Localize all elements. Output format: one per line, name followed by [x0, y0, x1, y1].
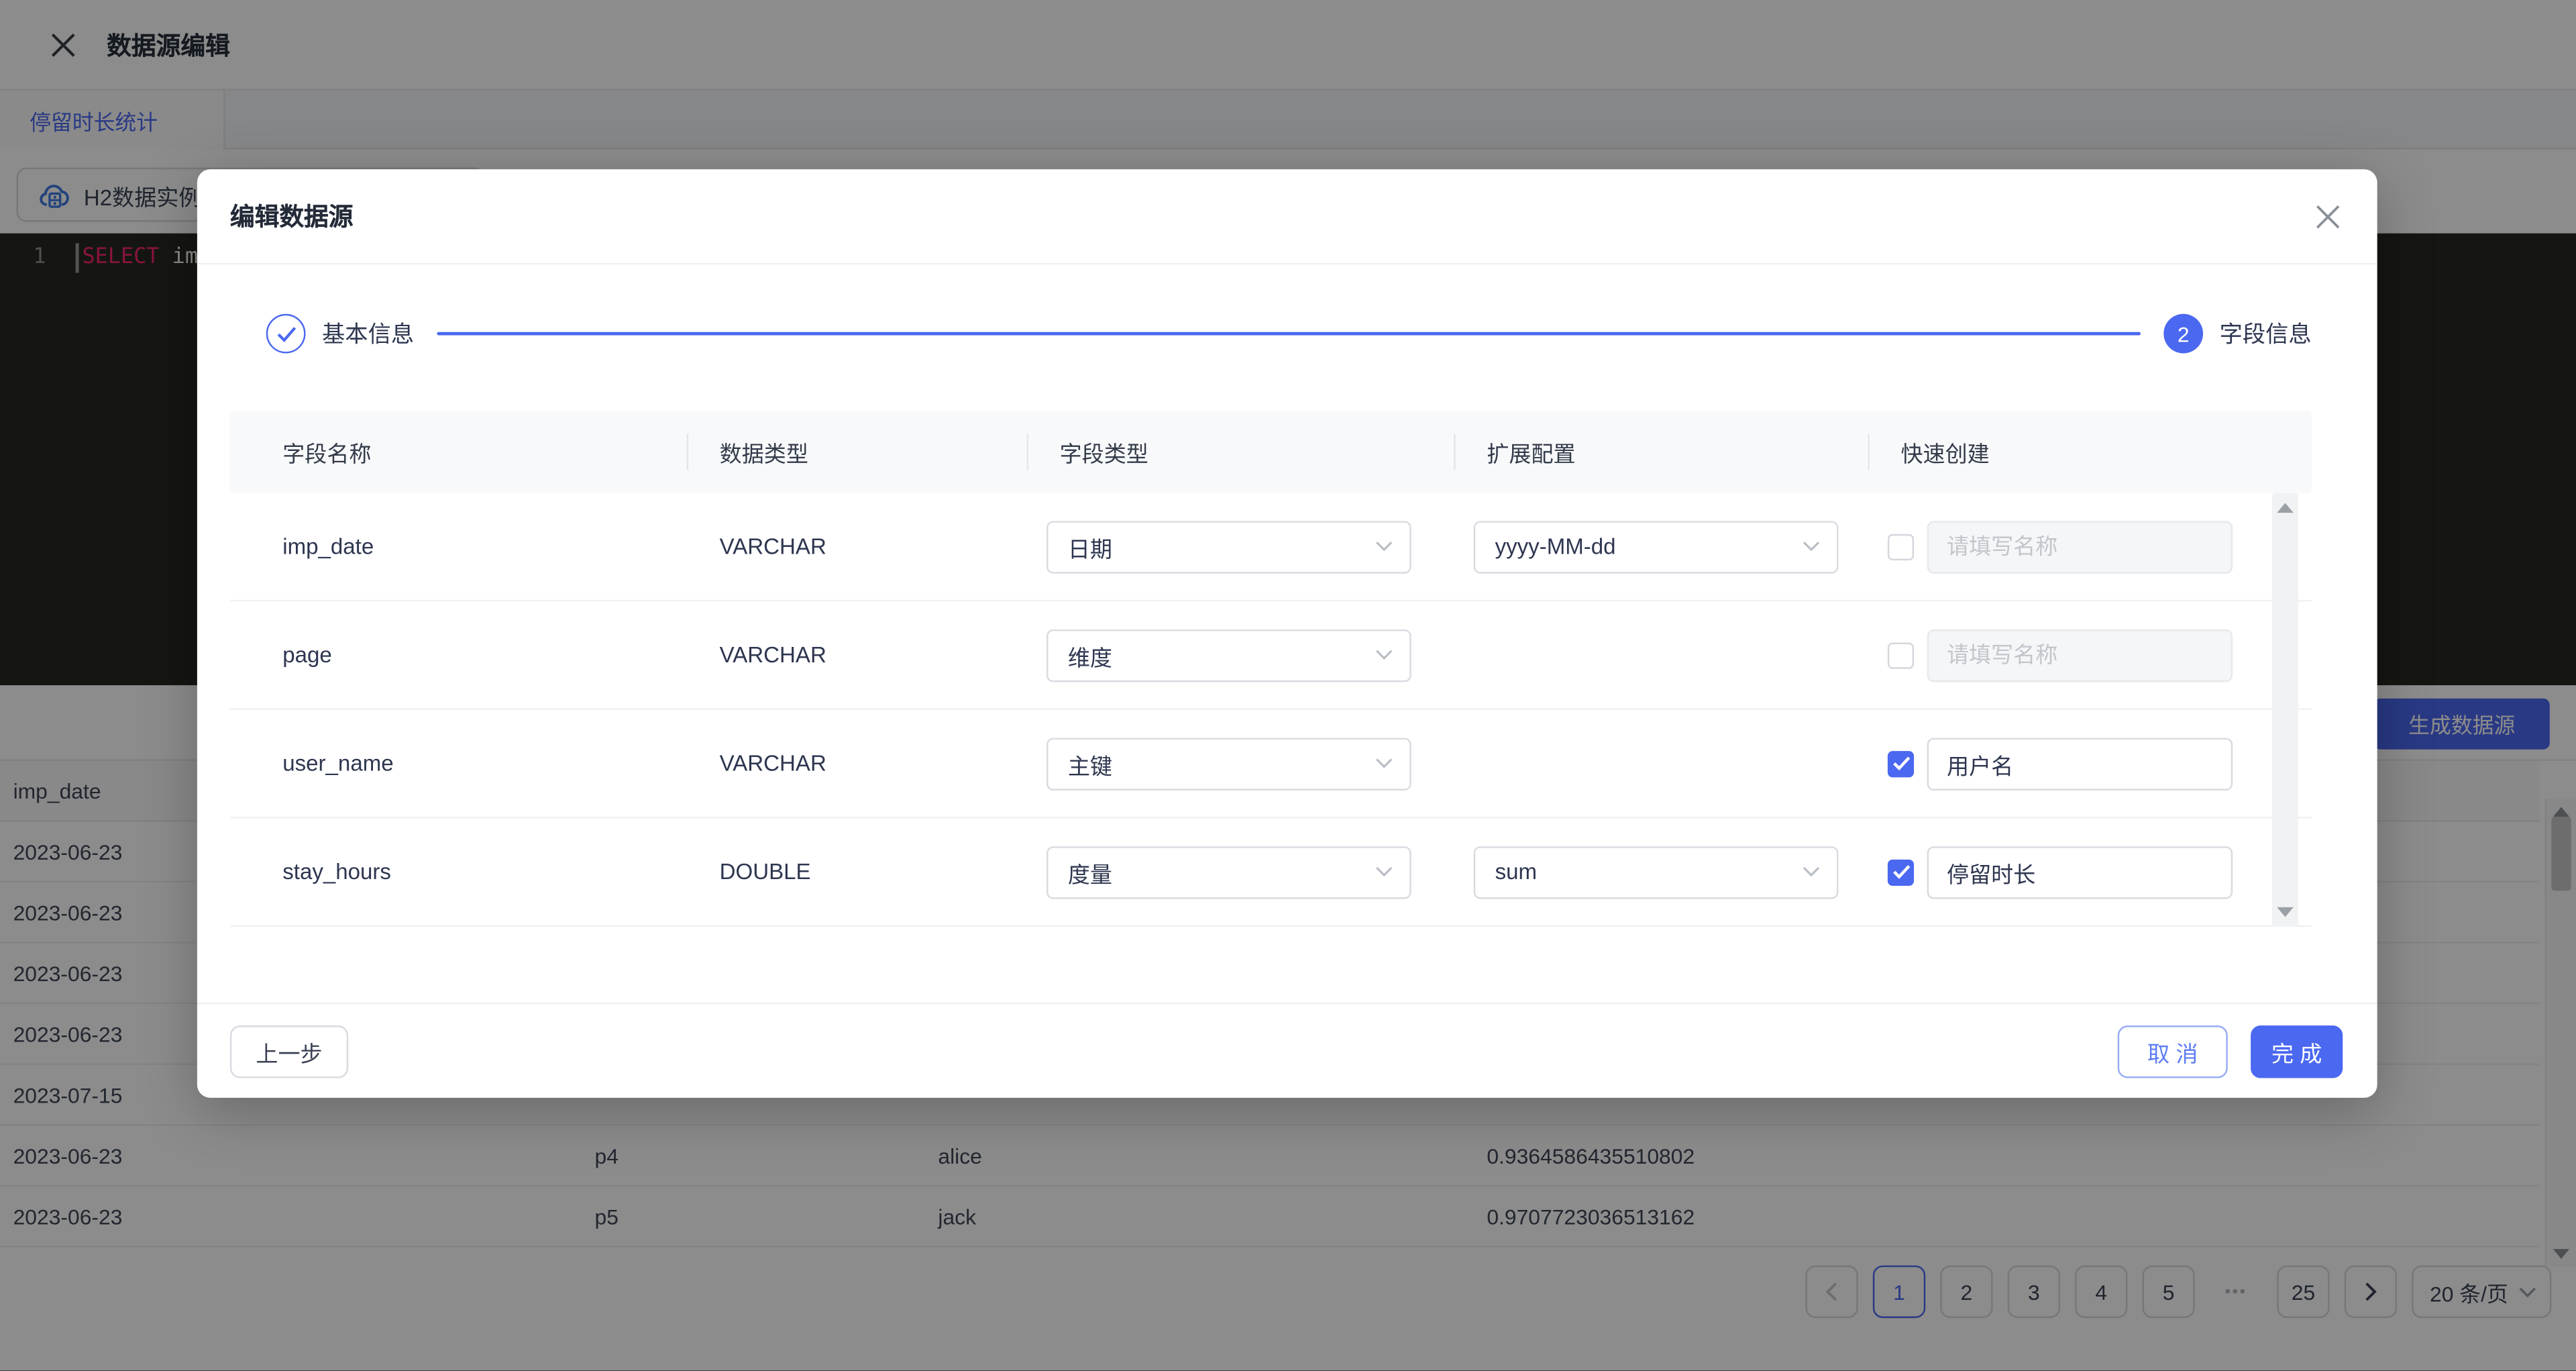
column-header-field-name: 字段名称: [230, 436, 687, 468]
check-icon: [1892, 864, 1910, 879]
chevron-down-icon: [1375, 541, 1393, 552]
field-data-type: DOUBLE: [687, 860, 1027, 884]
field-row-page: page VARCHAR 维度: [230, 601, 2312, 710]
chevron-down-icon: [1803, 866, 1821, 878]
quick-create-checkbox[interactable]: [1888, 534, 1914, 560]
column-header-ext-config: 扩展配置: [1454, 436, 1868, 468]
edit-datasource-modal: 编辑数据源 基本信息 2 字段信息 字段名称 数据类型 字段类型: [197, 169, 2377, 1098]
column-header-field-type: 字段类型: [1027, 436, 1454, 468]
quick-create-checkbox[interactable]: [1888, 642, 1914, 668]
field-table-header: 字段名称 数据类型 字段类型 扩展配置 快速创建: [230, 411, 2312, 493]
step2-number-badge: 2: [2163, 314, 2203, 354]
aggregation-select[interactable]: sum: [1474, 846, 1839, 898]
quick-create-checkbox[interactable]: [1888, 750, 1914, 776]
field-data-type: VARCHAR: [687, 534, 1027, 559]
previous-step-button[interactable]: 上一步: [230, 1025, 348, 1078]
field-type-select[interactable]: 维度: [1046, 629, 1411, 681]
chevron-down-icon: [1375, 758, 1393, 769]
check-icon: [1892, 756, 1910, 771]
modal-close-button[interactable]: [2315, 204, 2341, 230]
field-row-stay-hours: stay_hours DOUBLE 度量 sum: [230, 819, 2312, 927]
close-icon: [2315, 204, 2341, 230]
field-data-type: VARCHAR: [687, 643, 1027, 668]
chevron-down-icon: [1803, 541, 1821, 552]
scroll-down-arrow-icon[interactable]: [2277, 907, 2293, 917]
field-name: stay_hours: [230, 860, 687, 884]
field-name: imp_date: [230, 534, 687, 559]
step1-finished-check-icon: [266, 314, 306, 354]
screen: 数据源编辑 停留时长统计 H2数据实例: [0, 0, 2576, 1370]
step2-label: 字段信息: [2220, 317, 2312, 350]
field-type-select[interactable]: 日期: [1046, 520, 1411, 572]
field-row-user-name: user_name VARCHAR 主键: [230, 710, 2312, 819]
step1-label: 基本信息: [322, 317, 414, 350]
field-name: page: [230, 643, 687, 668]
field-row-imp-date: imp_date VARCHAR 日期 yyyy-MM-dd: [230, 493, 2312, 602]
quick-create-checkbox[interactable]: [1888, 859, 1914, 885]
modal-footer: 上一步 取 消 完 成: [197, 1003, 2377, 1098]
step-indicator: 基本信息 2 字段信息: [266, 311, 2312, 357]
modal-header: 编辑数据源: [197, 169, 2377, 264]
field-type-select[interactable]: 度量: [1046, 846, 1411, 898]
column-header-quick-create: 快速创建: [1868, 436, 2311, 468]
confirm-button[interactable]: 完 成: [2251, 1025, 2343, 1078]
column-header-data-type: 数据类型: [687, 436, 1027, 468]
date-format-select[interactable]: yyyy-MM-dd: [1474, 520, 1839, 572]
modal-title: 编辑数据源: [230, 199, 354, 233]
quick-name-input[interactable]: [1927, 629, 2233, 681]
modal-table-scrollbar[interactable]: [2272, 493, 2298, 927]
field-type-select[interactable]: 主键: [1046, 737, 1411, 789]
quick-name-input[interactable]: [1927, 520, 2233, 572]
field-data-type: VARCHAR: [687, 751, 1027, 776]
chevron-down-icon: [1375, 866, 1393, 878]
field-config-table: 字段名称 数据类型 字段类型 扩展配置 快速创建 imp_date VARCHA…: [230, 411, 2312, 927]
quick-name-input[interactable]: [1927, 737, 2233, 789]
field-name: user_name: [230, 751, 687, 776]
quick-name-input[interactable]: [1927, 846, 2233, 898]
step-connector-line: [437, 332, 2141, 336]
scroll-up-arrow-icon[interactable]: [2277, 503, 2293, 513]
cancel-button[interactable]: 取 消: [2118, 1025, 2228, 1078]
chevron-down-icon: [1375, 649, 1393, 660]
